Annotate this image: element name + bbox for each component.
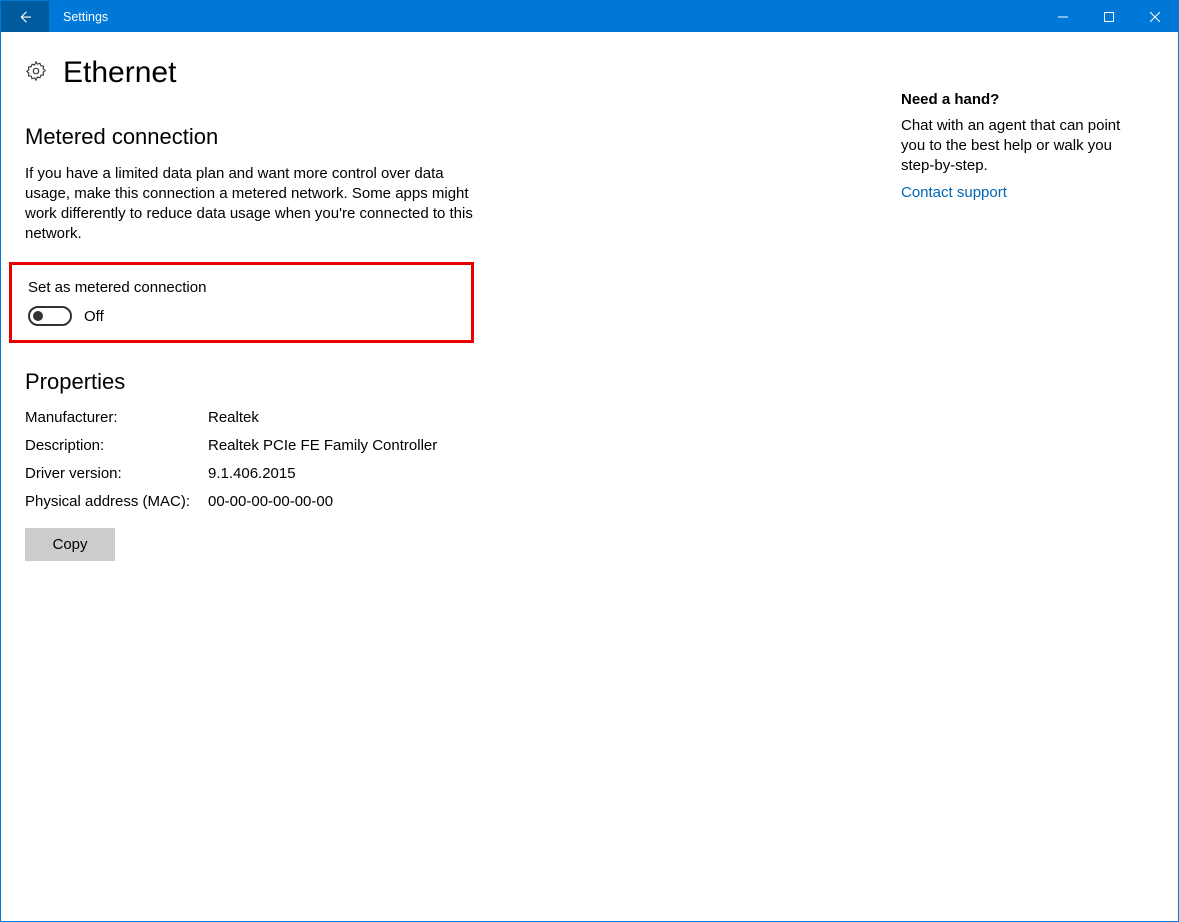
metered-heading: Metered connection bbox=[25, 124, 877, 150]
gear-icon bbox=[25, 60, 47, 87]
metered-description: If you have a limited data plan and want… bbox=[25, 164, 490, 244]
properties-table: Manufacturer: Realtek Description: Realt… bbox=[25, 409, 877, 510]
close-button[interactable] bbox=[1132, 1, 1178, 32]
property-value: Realtek PCIe FE Family Controller bbox=[208, 437, 437, 454]
page-title: Ethernet bbox=[63, 56, 176, 90]
help-description: Chat with an agent that can point you to… bbox=[901, 116, 1131, 176]
help-heading: Need a hand? bbox=[901, 91, 1154, 108]
property-value: 9.1.406.2015 bbox=[208, 465, 296, 482]
close-icon bbox=[1150, 12, 1160, 22]
property-value: 00-00-00-00-00-00 bbox=[208, 493, 333, 510]
property-value: Realtek bbox=[208, 409, 259, 426]
window-controls bbox=[1040, 1, 1178, 32]
help-sidebar: Need a hand? Chat with an agent that can… bbox=[901, 56, 1178, 921]
copy-button[interactable]: Copy bbox=[25, 528, 115, 561]
minimize-icon bbox=[1058, 12, 1068, 22]
toggle-knob bbox=[33, 311, 43, 321]
property-key: Driver version: bbox=[25, 465, 208, 482]
property-row: Description: Realtek PCIe FE Family Cont… bbox=[25, 437, 877, 454]
metered-toggle-highlight: Set as metered connection Off bbox=[9, 262, 474, 343]
property-row: Manufacturer: Realtek bbox=[25, 409, 877, 426]
arrow-left-icon bbox=[16, 8, 34, 26]
property-key: Physical address (MAC): bbox=[25, 493, 208, 510]
property-row: Physical address (MAC): 00-00-00-00-00-0… bbox=[25, 493, 877, 510]
properties-heading: Properties bbox=[25, 369, 877, 395]
metered-toggle-state: Off bbox=[84, 308, 104, 325]
metered-toggle-label: Set as metered connection bbox=[28, 279, 461, 296]
property-key: Description: bbox=[25, 437, 208, 454]
main-panel: Ethernet Metered connection If you have … bbox=[1, 56, 901, 921]
window-title: Settings bbox=[49, 1, 108, 32]
back-button[interactable] bbox=[1, 1, 49, 32]
content-area: Ethernet Metered connection If you have … bbox=[1, 32, 1178, 921]
metered-toggle-row: Off bbox=[28, 306, 461, 326]
contact-support-link[interactable]: Contact support bbox=[901, 184, 1154, 201]
property-row: Driver version: 9.1.406.2015 bbox=[25, 465, 877, 482]
minimize-button[interactable] bbox=[1040, 1, 1086, 32]
titlebar: Settings bbox=[1, 1, 1178, 32]
titlebar-spacer bbox=[108, 1, 1040, 32]
maximize-button[interactable] bbox=[1086, 1, 1132, 32]
maximize-icon bbox=[1104, 12, 1114, 22]
page-header: Ethernet bbox=[25, 56, 877, 90]
metered-toggle[interactable] bbox=[28, 306, 72, 326]
property-key: Manufacturer: bbox=[25, 409, 208, 426]
